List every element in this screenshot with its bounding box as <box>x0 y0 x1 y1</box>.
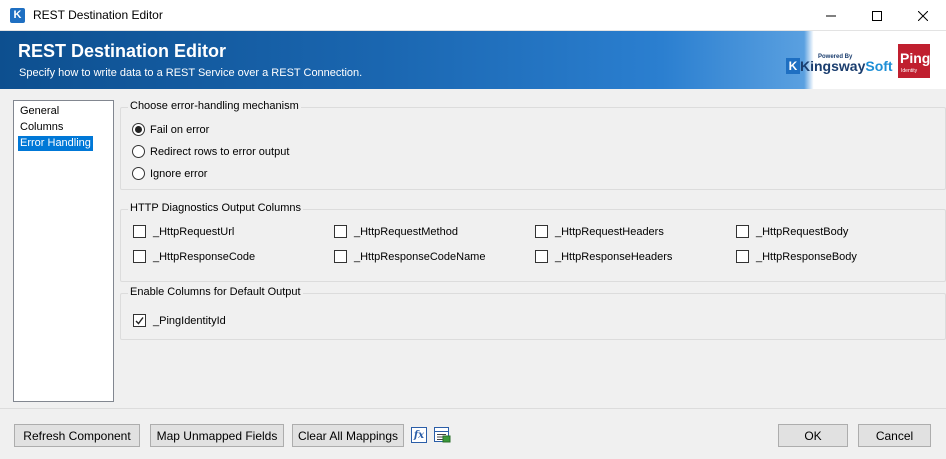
clear-all-mappings-button[interactable]: Clear All Mappings <box>292 424 404 447</box>
radio-circle <box>132 145 145 158</box>
error-handling-group: Choose error-handling mechanism Fail on … <box>120 100 946 190</box>
page-nav-list[interactable]: General Columns Error Handling <box>13 100 114 402</box>
window-title: REST Destination Editor <box>33 8 163 22</box>
fx-expression-icon[interactable]: fx <box>411 427 427 443</box>
checkbox-ping-identity-id[interactable]: _PingIdentityId <box>133 314 226 327</box>
variables-grid-icon[interactable] <box>434 427 451 443</box>
default-output-group: Enable Columns for Default Output _PingI… <box>120 286 946 340</box>
brand-part-a: Kingsway <box>800 58 866 74</box>
checkbox-http-request-url[interactable]: _HttpRequestUrl <box>133 225 234 238</box>
checkbox-label: _HttpResponseCodeName <box>354 250 486 263</box>
checkbox-label: _HttpRequestMethod <box>354 225 458 238</box>
checkbox-http-request-body[interactable]: _HttpRequestBody <box>736 225 848 238</box>
checkbox-box <box>133 314 146 327</box>
checkbox-box <box>535 250 548 263</box>
radio-dot <box>135 126 142 133</box>
checkbox-http-response-code[interactable]: _HttpResponseCode <box>133 250 255 263</box>
close-icon <box>918 10 928 21</box>
checkbox-label: _HttpRequestHeaders <box>555 225 664 238</box>
radio-fail-on-error[interactable]: Fail on error <box>132 123 209 136</box>
checkbox-http-response-body[interactable]: _HttpResponseBody <box>736 250 857 263</box>
checkbox-http-request-headers[interactable]: _HttpRequestHeaders <box>535 225 664 238</box>
group-legend: Enable Columns for Default Output <box>128 286 303 298</box>
title-bar: K REST Destination Editor <box>0 0 946 31</box>
radio-redirect-rows[interactable]: Redirect rows to error output <box>132 145 289 158</box>
footer-divider <box>0 408 946 409</box>
banner-title: REST Destination Editor <box>18 41 227 61</box>
kingswaysoft-wordmark: KingswaySoft <box>800 58 893 74</box>
checkbox-http-response-headers[interactable]: _HttpResponseHeaders <box>535 250 672 263</box>
radio-label: Redirect rows to error output <box>150 145 290 158</box>
checkbox-http-response-code-name[interactable]: _HttpResponseCodeName <box>334 250 485 263</box>
group-legend: Choose error-handling mechanism <box>128 100 301 112</box>
checkbox-box <box>535 225 548 238</box>
checkbox-label: _HttpResponseCode <box>153 250 256 263</box>
ok-button[interactable]: OK <box>778 424 848 447</box>
checkbox-box <box>334 225 347 238</box>
ping-sub-wordmark: Identity <box>901 68 918 74</box>
map-unmapped-fields-button[interactable]: Map Unmapped Fields <box>150 424 284 447</box>
radio-circle <box>132 167 145 180</box>
kingswaysoft-k-icon: K <box>10 8 25 23</box>
refresh-component-button[interactable]: Refresh Component <box>14 424 140 447</box>
close-button[interactable] <box>900 0 946 31</box>
checkbox-label: _PingIdentityId <box>153 314 226 327</box>
radio-circle <box>132 123 145 136</box>
checkmark-icon <box>135 317 144 325</box>
radio-label: Fail on error <box>150 123 210 136</box>
minimize-icon <box>826 15 836 16</box>
minimize-button[interactable] <box>808 0 854 31</box>
kingswaysoft-k-icon: K <box>786 58 800 74</box>
brand-part-b: Soft <box>865 58 893 74</box>
checkbox-box <box>334 250 347 263</box>
banner-subtitle: Specify how to write data to a REST Serv… <box>19 67 363 79</box>
nav-item-error-handling[interactable]: Error Handling <box>18 136 93 151</box>
checkbox-label: _HttpResponseHeaders <box>555 250 673 263</box>
checkbox-label: _HttpRequestBody <box>756 225 849 238</box>
ping-wordmark: Ping <box>900 50 931 66</box>
nav-item-general[interactable]: General <box>18 104 61 119</box>
checkbox-label: _HttpRequestUrl <box>153 225 235 238</box>
kingswaysoft-logo: Powered By K KingswaySoft <box>786 52 893 82</box>
group-legend: HTTP Diagnostics Output Columns <box>128 202 303 214</box>
maximize-icon <box>872 10 882 21</box>
ping-identity-logo: Ping Identity <box>898 44 930 78</box>
radio-ignore-error[interactable]: Ignore error <box>132 167 207 180</box>
checkbox-http-request-method[interactable]: _HttpRequestMethod <box>334 225 458 238</box>
checkbox-box <box>736 250 749 263</box>
nav-item-columns[interactable]: Columns <box>18 120 65 135</box>
diagnostics-group: HTTP Diagnostics Output Columns _HttpReq… <box>120 202 946 282</box>
radio-label: Ignore error <box>150 167 208 180</box>
maximize-button[interactable] <box>854 0 900 31</box>
checkbox-box <box>133 225 146 238</box>
checkbox-box <box>133 250 146 263</box>
checkbox-label: _HttpResponseBody <box>756 250 857 263</box>
cancel-button[interactable]: Cancel <box>858 424 931 447</box>
checkbox-box <box>736 225 749 238</box>
